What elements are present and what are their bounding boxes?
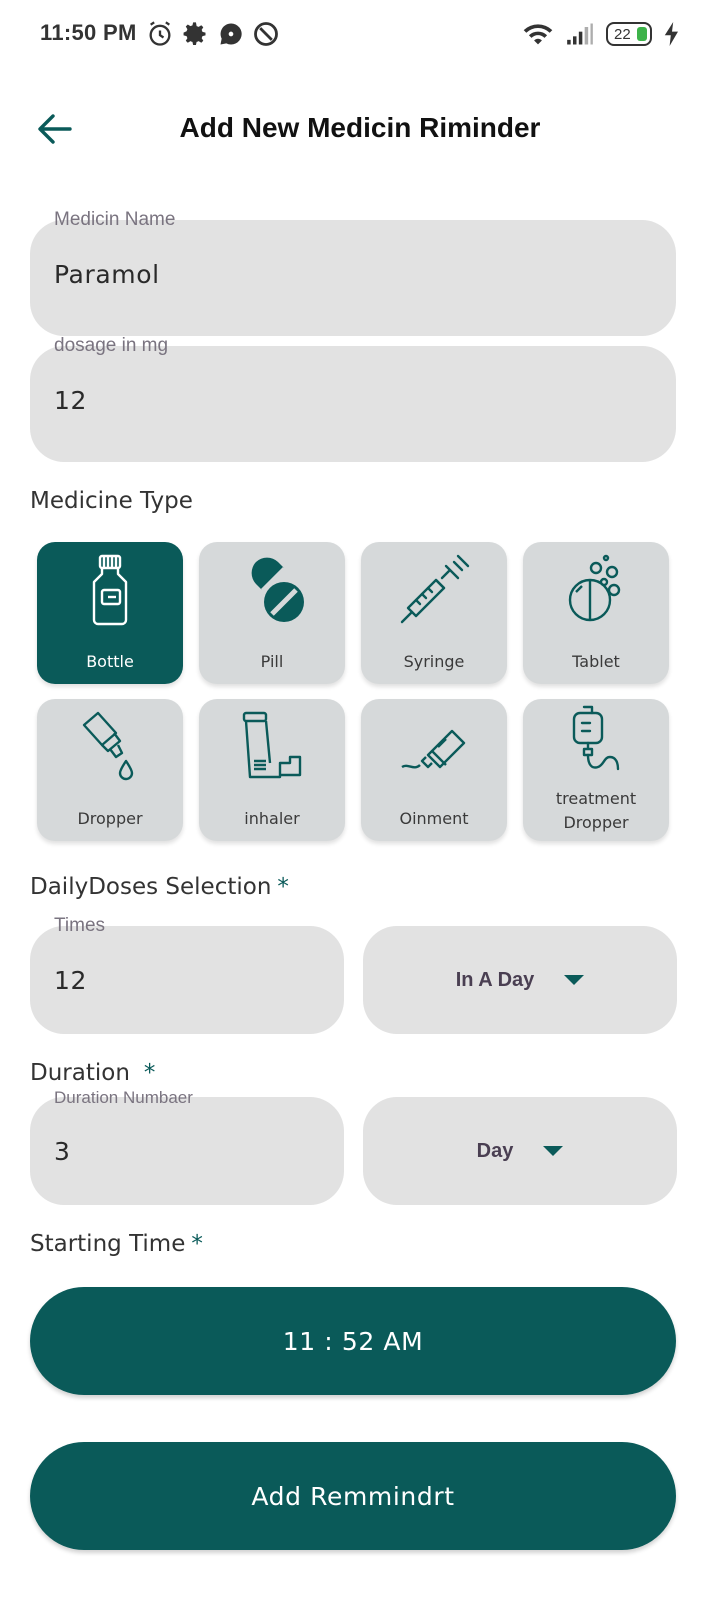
battery-indicator: 22 <box>606 22 652 46</box>
dose-period-dropdown[interactable]: In A Day <box>363 926 677 1034</box>
inhaler-icon <box>242 711 302 779</box>
dosage-label: dosage in mg <box>54 335 169 356</box>
medicine-type-bottle[interactable]: Bottle <box>37 542 183 684</box>
duration-title-text: Duration <box>30 1060 130 1086</box>
medicine-type-ointment[interactable]: Oinment <box>361 699 507 841</box>
add-reminder-button[interactable]: Add Remmindrt <box>30 1442 676 1550</box>
iv-bag-icon <box>572 705 620 771</box>
dose-period-value: In A Day <box>455 968 535 991</box>
dropdown-caret-icon <box>564 975 585 985</box>
duration-number-input[interactable] <box>54 1137 314 1166</box>
tile-label-dropper: Dropper <box>77 809 143 828</box>
required-mark: * <box>277 874 289 900</box>
bottle-icon <box>92 554 128 626</box>
status-right-group: 22 <box>522 20 680 48</box>
starting-time-title: Starting Time * <box>30 1231 203 1257</box>
starting-time-title-text: Starting Time <box>30 1231 186 1257</box>
wifi-icon <box>523 24 553 45</box>
daily-doses-title: DailyDoses Selection * <box>30 874 289 900</box>
tile-label-syringe: Syringe <box>403 652 465 671</box>
tile-label-line1: treatment <box>555 789 637 808</box>
required-mark: * <box>143 1060 156 1086</box>
required-mark: * <box>191 1231 203 1257</box>
times-field[interactable] <box>30 926 344 1034</box>
battery-level: 22 <box>614 25 631 43</box>
medicine-name-input[interactable] <box>54 260 634 289</box>
syringe-icon <box>400 554 470 624</box>
tablet-icon <box>568 554 621 622</box>
tile-label-ointment: Oinment <box>399 809 469 828</box>
times-input[interactable] <box>54 966 314 995</box>
tile-label-tablet: Tablet <box>572 652 620 671</box>
tile-label-inhaler: inhaler <box>244 809 300 828</box>
charging-bolt-icon <box>664 22 678 46</box>
pill-icon <box>251 557 304 622</box>
medicine-name-field[interactable] <box>30 220 676 336</box>
status-time: 11:50 PM <box>40 20 137 45</box>
alarm-icon <box>149 21 171 46</box>
signal-icon <box>567 23 593 45</box>
duration-number-field[interactable] <box>30 1097 344 1205</box>
page-title: Add New Medicin Riminder <box>179 112 541 143</box>
dropdown-caret-icon <box>543 1146 564 1156</box>
medicine-type-tablet[interactable]: Tablet <box>523 542 669 684</box>
settings-gear-icon <box>183 22 206 45</box>
duration-unit-value: Day <box>476 1139 514 1162</box>
daily-doses-title-text: DailyDoses Selection <box>30 874 272 900</box>
tile-label-pill: Pill <box>260 652 284 671</box>
duration-unit-dropdown[interactable]: Day <box>363 1097 677 1205</box>
dropper-icon <box>82 711 134 781</box>
times-label: Times <box>54 915 106 936</box>
ointment-icon <box>401 729 466 769</box>
duration-number-label: Duration Numbaer <box>54 1088 193 1107</box>
dosage-input[interactable] <box>54 386 634 415</box>
tile-label-bottle: Bottle <box>86 652 134 671</box>
medicine-type-pill[interactable]: Pill <box>199 542 345 684</box>
dosage-field[interactable] <box>30 346 676 462</box>
medicine-type-treatment-dropper[interactable]: treatment Dropper <box>523 699 669 841</box>
duration-title: Duration * <box>30 1060 155 1086</box>
tile-label-line2: Dropper <box>563 813 629 832</box>
status-bar: 11:50 PM 22 <box>0 0 720 70</box>
tile-label-treatment-dropper: treatment Dropper <box>523 787 669 835</box>
chat-alert-icon <box>220 23 242 45</box>
data-saver-icon <box>254 22 278 46</box>
starting-time-button[interactable]: 11 : 52 AM <box>30 1287 676 1395</box>
medicine-type-title: Medicine Type <box>30 488 193 514</box>
medicine-type-inhaler[interactable]: inhaler <box>199 699 345 841</box>
medicine-type-dropper[interactable]: Dropper <box>37 699 183 841</box>
medicine-type-syringe[interactable]: Syringe <box>361 542 507 684</box>
medicine-name-label: Medicin Name <box>54 209 176 230</box>
